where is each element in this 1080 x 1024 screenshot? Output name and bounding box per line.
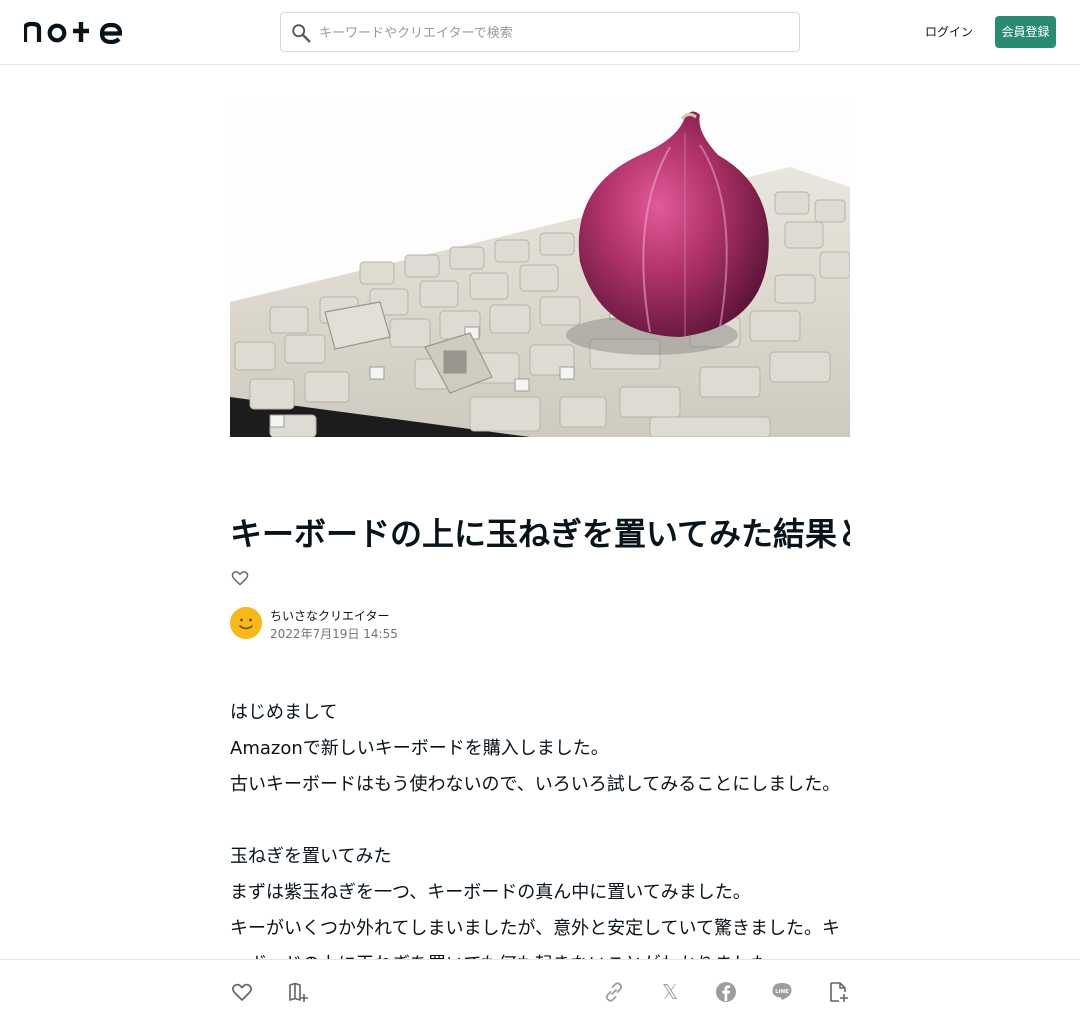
note-logo-mark bbox=[24, 21, 122, 44]
search-input[interactable] bbox=[319, 21, 789, 45]
link-icon[interactable] bbox=[602, 980, 626, 1004]
svg-text:LINE: LINE bbox=[775, 989, 789, 995]
body-paragraph: Amazonで新しいキーボードを購入しました。 bbox=[230, 738, 609, 759]
publish-date: 2022年7月19日 14:55 bbox=[270, 627, 398, 641]
body-paragraph: 古いキーボードはもう使わないので、いろいろ試してみることにしました。 bbox=[230, 774, 841, 795]
search-icon bbox=[292, 24, 311, 43]
smiley-avatar-icon bbox=[230, 607, 262, 639]
line-icon[interactable]: LINE bbox=[770, 980, 794, 1004]
login-button[interactable]: ログイン bbox=[920, 22, 978, 42]
x-logo-icon[interactable]: 𝕏 bbox=[658, 980, 682, 1004]
top-header: ログイン 会員登録 bbox=[0, 0, 1080, 65]
body-paragraph bbox=[230, 803, 850, 839]
bottom-action-bar: 𝕏 LINE bbox=[0, 959, 1080, 1024]
signup-button[interactable]: 会員登録 bbox=[995, 16, 1056, 48]
article-title: キーボードの上に玉ねぎを置いてみた結果と考察について bbox=[230, 515, 850, 553]
note-logo[interactable] bbox=[24, 20, 122, 44]
heart-icon[interactable] bbox=[230, 980, 254, 1004]
body-paragraph: はじめまして bbox=[230, 702, 338, 723]
heart-icon[interactable] bbox=[230, 568, 250, 588]
facebook-icon[interactable] bbox=[714, 980, 738, 1004]
search-box[interactable] bbox=[280, 12, 800, 52]
body-paragraph: 玉ねぎを置いてみた bbox=[230, 846, 392, 867]
onion-keyboard-illustration bbox=[230, 97, 850, 437]
note-add-icon[interactable] bbox=[826, 980, 850, 1004]
body-paragraph: まずは紫玉ねぎを一つ、キーボードの真ん中に置いてみました。 bbox=[230, 882, 751, 903]
author-name[interactable]: ちいさなクリエイター bbox=[270, 608, 390, 624]
article-body: はじめまして Amazonで新しいキーボードを購入しました。 古いキーボードはも… bbox=[230, 695, 850, 983]
avatar[interactable] bbox=[230, 607, 262, 639]
hero-image bbox=[230, 97, 850, 437]
magazine-add-icon[interactable] bbox=[287, 980, 311, 1004]
